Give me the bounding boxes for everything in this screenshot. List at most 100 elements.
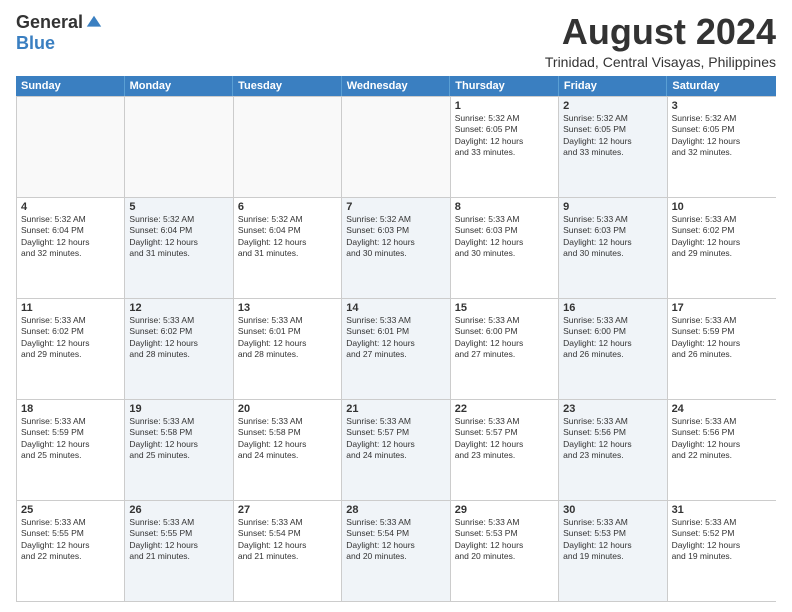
day-number: 16 xyxy=(563,302,662,314)
month-year: August 2024 xyxy=(545,12,776,52)
calendar-cell: 4Sunrise: 5:32 AM Sunset: 6:04 PM Daylig… xyxy=(17,198,125,298)
day-number: 18 xyxy=(21,403,120,415)
calendar-cell: 30Sunrise: 5:33 AM Sunset: 5:53 PM Dayli… xyxy=(559,501,667,601)
day-number: 21 xyxy=(346,403,445,415)
day-info: Sunrise: 5:33 AM Sunset: 6:00 PM Dayligh… xyxy=(563,315,662,361)
calendar-cell: 7Sunrise: 5:32 AM Sunset: 6:03 PM Daylig… xyxy=(342,198,450,298)
calendar-cell: 29Sunrise: 5:33 AM Sunset: 5:53 PM Dayli… xyxy=(451,501,559,601)
day-number: 23 xyxy=(563,403,662,415)
day-info: Sunrise: 5:32 AM Sunset: 6:05 PM Dayligh… xyxy=(563,113,662,159)
day-info: Sunrise: 5:33 AM Sunset: 6:00 PM Dayligh… xyxy=(455,315,554,361)
location: Trinidad, Central Visayas, Philippines xyxy=(545,54,776,70)
calendar-cell xyxy=(342,97,450,197)
calendar-cell: 15Sunrise: 5:33 AM Sunset: 6:00 PM Dayli… xyxy=(451,299,559,399)
calendar-cell: 24Sunrise: 5:33 AM Sunset: 5:56 PM Dayli… xyxy=(668,400,776,500)
day-info: Sunrise: 5:33 AM Sunset: 5:53 PM Dayligh… xyxy=(455,517,554,563)
calendar-cell: 17Sunrise: 5:33 AM Sunset: 5:59 PM Dayli… xyxy=(668,299,776,399)
calendar-cell: 14Sunrise: 5:33 AM Sunset: 6:01 PM Dayli… xyxy=(342,299,450,399)
calendar-cell: 28Sunrise: 5:33 AM Sunset: 5:54 PM Dayli… xyxy=(342,501,450,601)
day-info: Sunrise: 5:33 AM Sunset: 6:02 PM Dayligh… xyxy=(21,315,120,361)
calendar-cell: 16Sunrise: 5:33 AM Sunset: 6:00 PM Dayli… xyxy=(559,299,667,399)
day-info: Sunrise: 5:33 AM Sunset: 6:02 PM Dayligh… xyxy=(672,214,772,260)
calendar-cell xyxy=(234,97,342,197)
day-info: Sunrise: 5:33 AM Sunset: 5:58 PM Dayligh… xyxy=(129,416,228,462)
logo-blue-text: Blue xyxy=(16,33,55,53)
day-number: 2 xyxy=(563,100,662,112)
calendar-cell: 2Sunrise: 5:32 AM Sunset: 6:05 PM Daylig… xyxy=(559,97,667,197)
day-info: Sunrise: 5:32 AM Sunset: 6:04 PM Dayligh… xyxy=(21,214,120,260)
weekday-header: Saturday xyxy=(667,76,776,96)
day-info: Sunrise: 5:33 AM Sunset: 5:56 PM Dayligh… xyxy=(672,416,772,462)
weekday-header: Wednesday xyxy=(342,76,451,96)
day-number: 26 xyxy=(129,504,228,516)
calendar-cell: 22Sunrise: 5:33 AM Sunset: 5:57 PM Dayli… xyxy=(451,400,559,500)
calendar-cell: 1Sunrise: 5:32 AM Sunset: 6:05 PM Daylig… xyxy=(451,97,559,197)
day-number: 9 xyxy=(563,201,662,213)
logo-general: General xyxy=(16,12,83,33)
day-info: Sunrise: 5:33 AM Sunset: 5:57 PM Dayligh… xyxy=(346,416,445,462)
page: General Blue August 2024 Trinidad, Centr… xyxy=(0,0,792,612)
weekday-header: Sunday xyxy=(16,76,125,96)
day-info: Sunrise: 5:33 AM Sunset: 5:52 PM Dayligh… xyxy=(672,517,772,563)
calendar-cell: 27Sunrise: 5:33 AM Sunset: 5:54 PM Dayli… xyxy=(234,501,342,601)
calendar-cell: 19Sunrise: 5:33 AM Sunset: 5:58 PM Dayli… xyxy=(125,400,233,500)
weekday-header: Monday xyxy=(125,76,234,96)
day-info: Sunrise: 5:33 AM Sunset: 5:56 PM Dayligh… xyxy=(563,416,662,462)
day-info: Sunrise: 5:32 AM Sunset: 6:05 PM Dayligh… xyxy=(455,113,554,159)
logo: General Blue xyxy=(16,12,103,54)
day-number: 4 xyxy=(21,201,120,213)
day-info: Sunrise: 5:33 AM Sunset: 6:01 PM Dayligh… xyxy=(238,315,337,361)
day-info: Sunrise: 5:33 AM Sunset: 5:53 PM Dayligh… xyxy=(563,517,662,563)
calendar-cell: 20Sunrise: 5:33 AM Sunset: 5:58 PM Dayli… xyxy=(234,400,342,500)
day-number: 22 xyxy=(455,403,554,415)
day-number: 19 xyxy=(129,403,228,415)
calendar-cell: 9Sunrise: 5:33 AM Sunset: 6:03 PM Daylig… xyxy=(559,198,667,298)
calendar-cell: 10Sunrise: 5:33 AM Sunset: 6:02 PM Dayli… xyxy=(668,198,776,298)
day-info: Sunrise: 5:33 AM Sunset: 5:59 PM Dayligh… xyxy=(21,416,120,462)
day-number: 29 xyxy=(455,504,554,516)
logo-icon xyxy=(85,14,103,32)
calendar-body: 1Sunrise: 5:32 AM Sunset: 6:05 PM Daylig… xyxy=(16,96,776,602)
calendar-row: 11Sunrise: 5:33 AM Sunset: 6:02 PM Dayli… xyxy=(17,298,776,399)
day-number: 13 xyxy=(238,302,337,314)
calendar-cell: 18Sunrise: 5:33 AM Sunset: 5:59 PM Dayli… xyxy=(17,400,125,500)
day-info: Sunrise: 5:33 AM Sunset: 5:58 PM Dayligh… xyxy=(238,416,337,462)
day-number: 3 xyxy=(672,100,772,112)
day-info: Sunrise: 5:33 AM Sunset: 5:55 PM Dayligh… xyxy=(129,517,228,563)
day-number: 10 xyxy=(672,201,772,213)
day-number: 7 xyxy=(346,201,445,213)
calendar-row: 25 Sunrise: 5:33 AM Sunset: 5:55 PM Dayli… xyxy=(17,500,776,601)
day-number: 20 xyxy=(238,403,337,415)
day-number: 27 xyxy=(238,504,337,516)
day-number: 11 xyxy=(21,302,120,314)
day-number: 15 xyxy=(455,302,554,314)
title-block: August 2024 Trinidad, Central Visayas, P… xyxy=(545,12,776,70)
day-info: Sunrise: 5:32 AM Sunset: 6:04 PM Dayligh… xyxy=(238,214,337,260)
calendar-cell: 8Sunrise: 5:33 AM Sunset: 6:03 PM Daylig… xyxy=(451,198,559,298)
calendar-cell: 23Sunrise: 5:33 AM Sunset: 5:56 PM Dayli… xyxy=(559,400,667,500)
day-number: 5 xyxy=(129,201,228,213)
calendar-row: 4Sunrise: 5:32 AM Sunset: 6:04 PM Daylig… xyxy=(17,197,776,298)
day-info: Sunrise: 5:33 AM Sunset: 5:57 PM Dayligh… xyxy=(455,416,554,462)
calendar-cell xyxy=(125,97,233,197)
day-info: Sunrise: 5:33 AM Sunset: 5:59 PM Dayligh… xyxy=(672,315,772,361)
calendar-row: 18Sunrise: 5:33 AM Sunset: 5:59 PM Dayli… xyxy=(17,399,776,500)
day-number: 8 xyxy=(455,201,554,213)
calendar-cell: 6Sunrise: 5:32 AM Sunset: 6:04 PM Daylig… xyxy=(234,198,342,298)
day-number: 1 xyxy=(455,100,554,112)
day-number: 25 xyxy=(21,504,120,516)
calendar-cell: 12Sunrise: 5:33 AM Sunset: 6:02 PM Dayli… xyxy=(125,299,233,399)
calendar-cell: 13Sunrise: 5:33 AM Sunset: 6:01 PM Dayli… xyxy=(234,299,342,399)
weekday-header: Friday xyxy=(559,76,668,96)
day-number: 12 xyxy=(129,302,228,314)
calendar-cell: 5Sunrise: 5:32 AM Sunset: 6:04 PM Daylig… xyxy=(125,198,233,298)
day-info: Sunrise: 5:32 AM Sunset: 6:03 PM Dayligh… xyxy=(346,214,445,260)
header: General Blue August 2024 Trinidad, Centr… xyxy=(16,12,776,70)
calendar-row: 1Sunrise: 5:32 AM Sunset: 6:05 PM Daylig… xyxy=(17,96,776,197)
calendar-cell: 25Sunrise: 5:33 AM Sunset: 5:55 PM Dayli… xyxy=(17,501,125,601)
day-number: 28 xyxy=(346,504,445,516)
day-info: Sunrise: 5:33 AM Sunset: 6:01 PM Dayligh… xyxy=(346,315,445,361)
day-info: Sunrise: 5:32 AM Sunset: 6:04 PM Dayligh… xyxy=(129,214,228,260)
day-info: Sunrise: 5:33 AM Sunset: 5:54 PM Dayligh… xyxy=(346,517,445,563)
day-number: 30 xyxy=(563,504,662,516)
